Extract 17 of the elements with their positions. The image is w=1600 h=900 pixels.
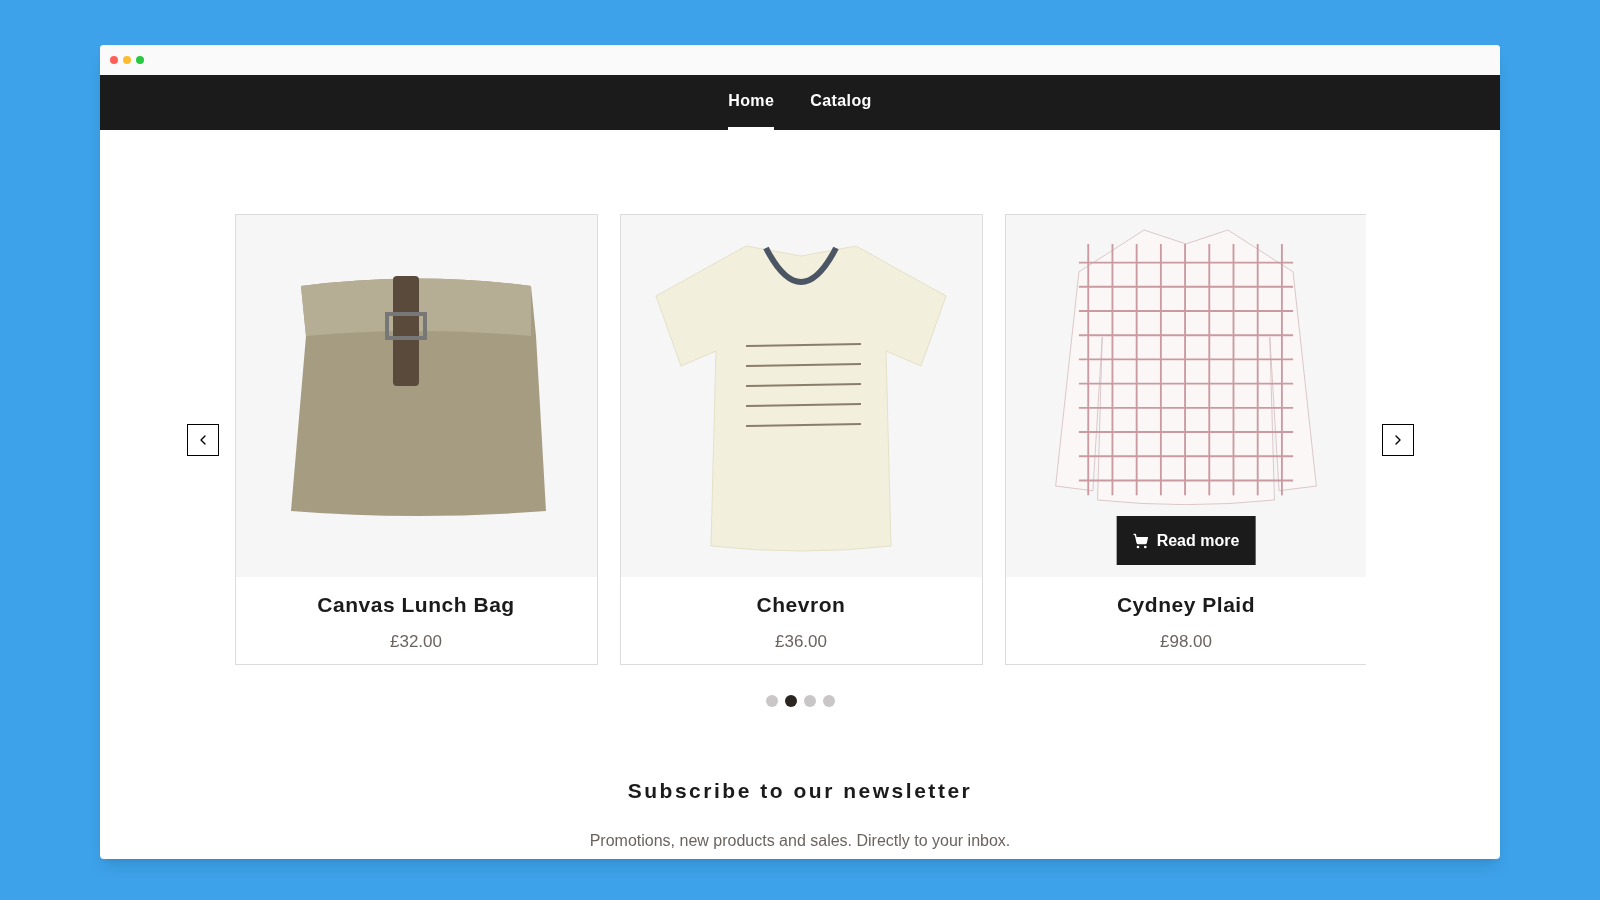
nav-link[interactable]: Home (728, 75, 775, 130)
cart-icon (1132, 532, 1149, 549)
product-price: £98.00 (1160, 630, 1212, 653)
previous-arrow-button[interactable] (186, 423, 219, 456)
read-more-button[interactable]: Read more (1116, 516, 1256, 565)
newsletter-text: Promotions, new products and sales. Directly to your inbox. (588, 830, 1012, 851)
nav-link[interactable]: Catalog (810, 75, 872, 130)
product-card[interactable]: Read more Cydney Plaid £98.00 (1004, 214, 1366, 665)
product-card[interactable]: Canvas Lunch Bag £32.00 (234, 214, 598, 665)
newsletter-heading: Subscribe to our newsletter (626, 778, 974, 804)
product-name[interactable]: Canvas Lunch Bag (317, 589, 515, 621)
product-price: £32.00 (390, 630, 442, 653)
next-arrow-button[interactable] (1381, 423, 1414, 456)
product-card[interactable]: Chevron £36.00 (619, 214, 983, 665)
product-name[interactable]: Chevron (756, 589, 846, 621)
product-price: £36.00 (775, 630, 827, 653)
product-name[interactable]: Cydney Plaid (1116, 589, 1256, 621)
